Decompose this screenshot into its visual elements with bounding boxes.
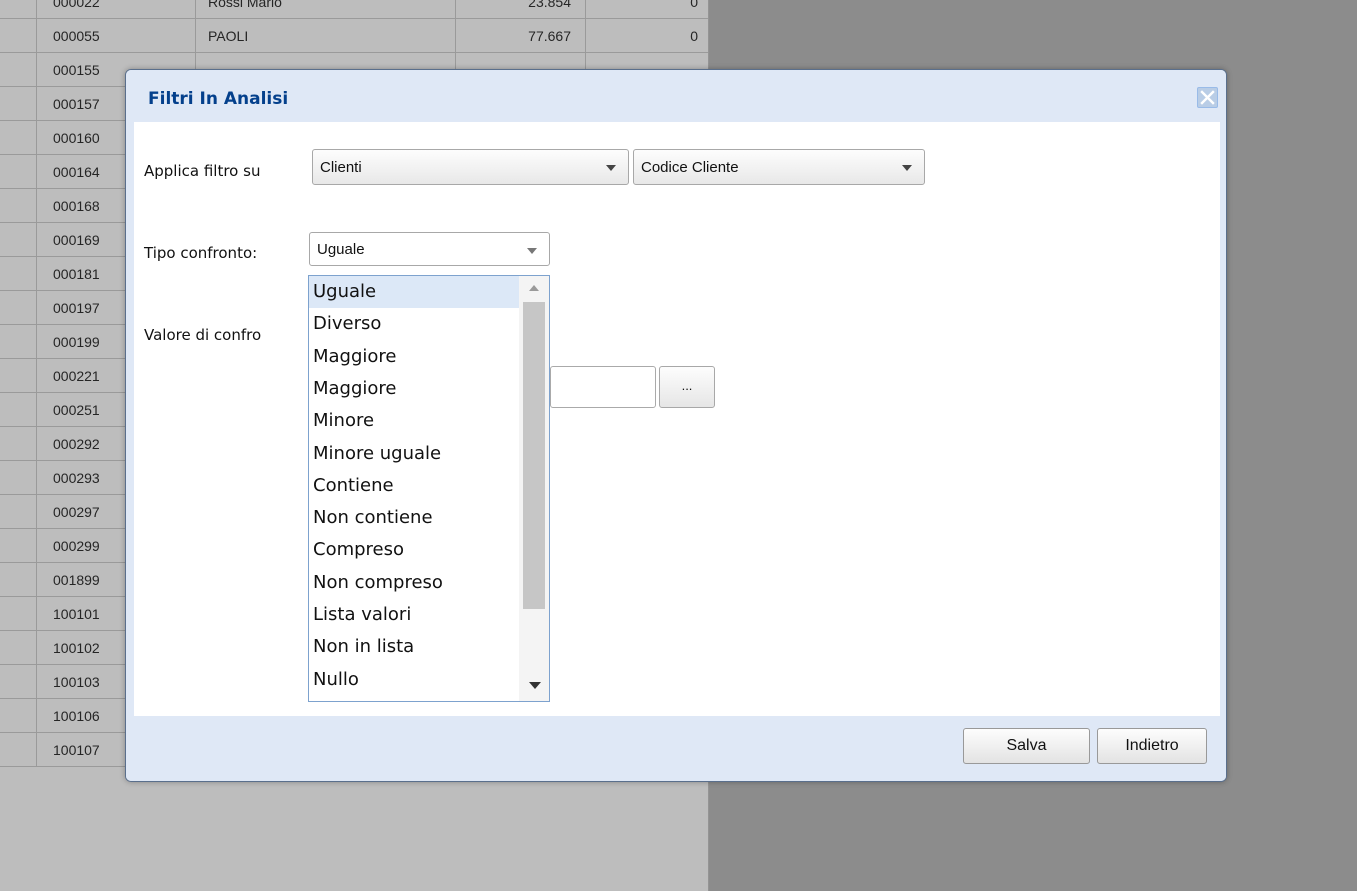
- close-button[interactable]: [1197, 87, 1218, 108]
- compare-type-dropdown-list[interactable]: Uguale Diverso Maggiore Maggiore Minore Minor…: [308, 275, 550, 702]
- chevron-down-icon: [606, 165, 616, 171]
- filter-field-combo[interactable]: Codice Cliente: [633, 149, 925, 185]
- scrollbar-thumb[interactable]: [523, 302, 545, 609]
- dropdown-option[interactable]: Maggiore: [309, 341, 519, 373]
- dropdown-option[interactable]: Minore: [309, 405, 519, 437]
- compare-type-combo[interactable]: Uguale: [309, 232, 550, 266]
- chevron-down-icon: [902, 165, 912, 171]
- back-button[interactable]: Indietro: [1097, 728, 1207, 764]
- dropdown-option[interactable]: Compreso: [309, 534, 519, 566]
- filter-field-value: Codice Cliente: [641, 159, 739, 176]
- compare-type-value: Uguale: [317, 241, 365, 258]
- dropdown-option[interactable]: Contiene: [309, 470, 519, 502]
- dropdown-option[interactable]: Lista valori: [309, 599, 519, 631]
- dropdown-option[interactable]: Uguale: [309, 276, 519, 308]
- dropdown-option[interactable]: Minore uguale: [309, 438, 519, 470]
- filter-source-value: Clienti: [320, 159, 362, 176]
- dialog-header: Filtri In Analisi: [126, 70, 1226, 122]
- compare-value-input[interactable]: [550, 366, 656, 408]
- dropdown-option[interactable]: Non compreso: [309, 567, 519, 599]
- dropdown-option[interactable]: Non nullo: [309, 696, 519, 702]
- scroll-down-icon[interactable]: [529, 682, 541, 689]
- scroll-up-icon[interactable]: [529, 285, 539, 291]
- browse-values-button[interactable]: ...: [659, 366, 715, 408]
- close-icon: [1200, 90, 1215, 105]
- dropdown-option[interactable]: Diverso: [309, 308, 519, 340]
- dialog-title: Filtri In Analisi: [148, 89, 289, 109]
- dialog-body: Applica filtro su Clienti Codice Cliente…: [134, 122, 1220, 716]
- dropdown-option[interactable]: Nullo: [309, 664, 519, 696]
- compare-type-label: Tipo confronto:: [144, 244, 258, 262]
- compare-value-label: Valore di confro: [144, 326, 262, 344]
- chevron-down-icon: [527, 248, 537, 254]
- apply-filter-label: Applica filtro su: [144, 162, 261, 180]
- dropdown-option[interactable]: Non in lista: [309, 631, 519, 663]
- filter-source-combo[interactable]: Clienti: [312, 149, 629, 185]
- save-button[interactable]: Salva: [963, 728, 1090, 764]
- dropdown-scrollbar[interactable]: [519, 276, 549, 701]
- dropdown-option[interactable]: Non contiene: [309, 502, 519, 534]
- filter-dialog: Filtri In Analisi Applica filtro su Clie…: [125, 69, 1227, 782]
- dropdown-option[interactable]: Maggiore: [309, 373, 519, 405]
- dialog-footer: Salva Indietro: [126, 716, 1226, 781]
